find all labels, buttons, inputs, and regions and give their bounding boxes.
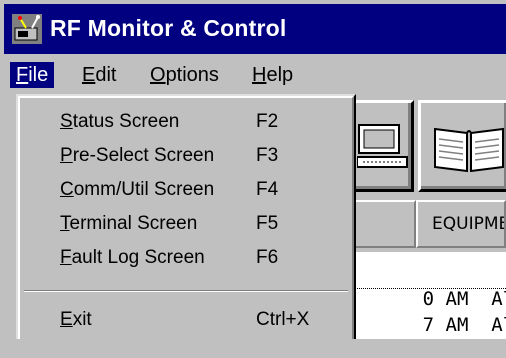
menu-item-shortcut: F3 — [256, 145, 279, 166]
log-row-equip: All — [491, 314, 506, 336]
computer-terminal-icon — [357, 124, 408, 168]
menu-file-accel: F — [16, 64, 29, 86]
log-row[interactable]: 0 AM All — [354, 266, 506, 310]
manual-toolbar-button[interactable] — [418, 100, 506, 192]
table-header-equipment-label: EQUIPMENT — [432, 214, 504, 234]
menu-item-shortcut: F5 — [256, 213, 279, 234]
menu-help-rest: elp — [266, 64, 294, 86]
menu-help-accel: H — [252, 64, 267, 86]
log-list: 0 AM All 7 AM All — [354, 252, 506, 339]
title-bar[interactable]: RF Monitor & Control — [4, 4, 506, 54]
menu-bar: File Edit Options Help — [4, 56, 506, 94]
menu-separator — [24, 290, 348, 292]
menu-edit[interactable]: Edit — [76, 62, 122, 88]
menu-file[interactable]: File — [10, 62, 55, 88]
menu-item-shortcut: F6 — [256, 247, 279, 268]
menu-options-accel: O — [150, 64, 166, 86]
log-row[interactable]: 7 AM All — [354, 292, 506, 336]
open-book-icon — [434, 127, 504, 173]
file-menu-dropdown: Status Screen F2 Pre-Select Screen F3 Co… — [16, 94, 356, 339]
menu-item-label: Fault Log Screen — [60, 247, 205, 268]
menu-item-fault-log-screen[interactable]: Fault Log Screen F6 — [60, 244, 278, 272]
menu-item-shortcut: Ctrl+X — [256, 309, 310, 330]
menu-file-rest: ile — [28, 64, 49, 86]
menu-item-exit[interactable]: Exit Ctrl+X — [60, 306, 309, 334]
menu-item-label: Pre-Select Screen — [60, 145, 215, 166]
menu-item-label: Terminal Screen — [60, 213, 198, 234]
table-header-equipment[interactable]: EQUIPMENT — [416, 200, 506, 248]
menu-item-label: Exit — [60, 309, 92, 330]
table-header-cell — [350, 200, 416, 248]
menu-options[interactable]: Options — [144, 62, 225, 88]
menu-help[interactable]: Help — [246, 62, 299, 88]
menu-item-comm-util-screen[interactable]: Comm/Util Screen F4 — [60, 176, 278, 204]
menu-item-shortcut: F2 — [256, 111, 279, 132]
menu-item-label: Status Screen — [60, 111, 180, 132]
rf-antenna-app-icon[interactable] — [12, 14, 42, 44]
window-title: RF Monitor & Control — [50, 15, 287, 41]
menu-item-status-screen[interactable]: Status Screen F2 — [60, 108, 278, 136]
main-window: RF Monitor & Control File Edit Options H… — [0, 0, 506, 339]
menu-item-pre-select-screen[interactable]: Pre-Select Screen F3 — [60, 142, 278, 170]
menu-item-label: Comm/Util Screen — [60, 179, 215, 200]
menu-edit-rest: dit — [95, 64, 117, 86]
menu-item-shortcut: F4 — [256, 179, 279, 200]
menu-item-terminal-screen[interactable]: Terminal Screen F5 — [60, 210, 278, 238]
menu-options-rest: ptions — [165, 64, 219, 86]
log-row-time: 7 AM — [422, 314, 469, 336]
menu-edit-accel: E — [82, 64, 96, 86]
